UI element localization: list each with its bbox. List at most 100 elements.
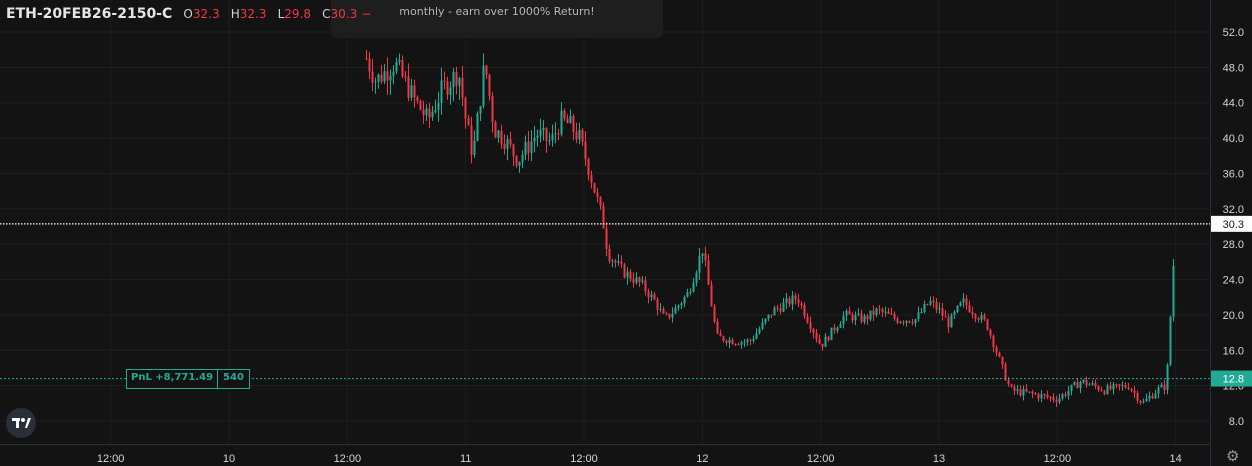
candle-body bbox=[503, 143, 506, 149]
candle-body bbox=[689, 291, 692, 293]
candle-body bbox=[1049, 396, 1052, 398]
candle-body bbox=[1025, 388, 1028, 392]
gear-icon[interactable]: ⚙ bbox=[1226, 449, 1239, 464]
candle-body bbox=[770, 314, 773, 316]
last-price-tag-label: 30.3 bbox=[1223, 219, 1244, 231]
candle-body bbox=[1067, 390, 1070, 396]
candle-body bbox=[635, 277, 638, 283]
candle-body bbox=[821, 343, 824, 347]
candle-body bbox=[926, 304, 929, 306]
candle-body bbox=[968, 305, 971, 312]
candle-body bbox=[536, 135, 539, 138]
candle-body bbox=[611, 260, 614, 262]
candle-body bbox=[740, 342, 743, 345]
candle-body bbox=[794, 295, 797, 300]
candle-body bbox=[971, 311, 974, 315]
candle-body bbox=[1043, 394, 1046, 396]
candle-body bbox=[1166, 364, 1169, 390]
candle-body bbox=[539, 130, 542, 136]
price-tick-label: 32.0 bbox=[1223, 204, 1244, 216]
candle-body bbox=[590, 175, 593, 183]
candle-body bbox=[1079, 382, 1082, 389]
candle-body bbox=[647, 291, 650, 298]
candle-body bbox=[416, 97, 419, 101]
candle-body bbox=[989, 329, 992, 336]
candle-body bbox=[935, 302, 938, 310]
candle-body bbox=[812, 329, 815, 333]
position-pnl-label[interactable]: PnL +8,771.49 540 bbox=[126, 369, 250, 389]
candle-body bbox=[785, 298, 788, 303]
price-tick-label: 36.0 bbox=[1223, 168, 1244, 180]
candle-body bbox=[860, 313, 863, 323]
candle-body bbox=[569, 116, 572, 124]
promo-banner[interactable]: monthly - earn over 1000% Return! bbox=[331, 0, 663, 38]
candle-body bbox=[923, 304, 926, 312]
candle-body bbox=[1019, 389, 1022, 396]
candle-body bbox=[995, 347, 998, 353]
candle-body bbox=[917, 312, 920, 320]
candle-body bbox=[638, 277, 641, 282]
candle-body bbox=[674, 307, 677, 314]
candle-body bbox=[791, 295, 794, 305]
change-value: − bbox=[361, 7, 372, 21]
candle-body bbox=[671, 313, 674, 318]
candle-body bbox=[557, 133, 560, 135]
candle-body bbox=[983, 315, 986, 320]
symbol-name[interactable]: ETH-20FEB26-2150-C bbox=[6, 6, 172, 22]
candle-body bbox=[941, 308, 944, 317]
candle-body bbox=[383, 71, 386, 82]
candle-body bbox=[575, 131, 578, 140]
candle-body bbox=[1124, 385, 1127, 388]
candle-body bbox=[572, 116, 575, 132]
candle-body bbox=[524, 141, 527, 155]
candle-body bbox=[803, 305, 806, 317]
candle-body bbox=[515, 155, 518, 166]
candle-body bbox=[1151, 395, 1154, 399]
candle-body bbox=[446, 81, 449, 95]
candle-body bbox=[752, 338, 755, 341]
candle-body bbox=[587, 159, 590, 176]
candle-body bbox=[824, 336, 827, 347]
candle-body bbox=[1169, 316, 1172, 365]
price-chart[interactable]: 52.0 48.0 44.0 40.0 36.0 32.0 28.0 24.0 20.0 16.0… bbox=[0, 0, 1252, 466]
tradingview-logo-icon[interactable] bbox=[6, 408, 36, 438]
candle-body bbox=[734, 344, 737, 346]
candle-body bbox=[605, 228, 608, 250]
candle-body bbox=[1127, 387, 1130, 390]
candle-body bbox=[608, 249, 611, 262]
time-tick-label: 10 bbox=[223, 453, 235, 465]
candle-body bbox=[560, 110, 563, 135]
candle-body bbox=[707, 260, 710, 285]
candle-body bbox=[398, 60, 401, 62]
candle-body bbox=[566, 118, 569, 124]
candle-body bbox=[695, 272, 698, 283]
candle-body bbox=[776, 307, 779, 309]
candle-body bbox=[1139, 400, 1142, 403]
candle-body bbox=[1085, 379, 1088, 385]
candle-body bbox=[833, 327, 836, 331]
position-quantity: 540 bbox=[223, 372, 244, 383]
candle-body bbox=[497, 130, 500, 138]
candle-body bbox=[554, 133, 557, 135]
candle-body bbox=[779, 308, 782, 312]
candle-body bbox=[1112, 384, 1115, 390]
high-label: H bbox=[230, 7, 240, 21]
candle-body bbox=[662, 308, 665, 314]
candle-body bbox=[1040, 394, 1043, 399]
candle-body bbox=[623, 264, 626, 278]
candle-body bbox=[563, 110, 566, 119]
candle-body bbox=[893, 314, 896, 319]
price-tick-label: 44.0 bbox=[1223, 98, 1244, 110]
candle-body bbox=[371, 71, 374, 83]
candle-body bbox=[1013, 386, 1016, 391]
candle-body bbox=[728, 339, 731, 344]
candle-body bbox=[596, 192, 599, 197]
candle-body bbox=[644, 280, 647, 292]
candle-body bbox=[485, 65, 488, 75]
candle-body bbox=[512, 144, 515, 156]
candle-body bbox=[731, 339, 734, 345]
candle-body bbox=[875, 308, 878, 315]
candle-body bbox=[806, 316, 809, 323]
candle-body bbox=[425, 108, 428, 116]
candle-body bbox=[530, 141, 533, 153]
